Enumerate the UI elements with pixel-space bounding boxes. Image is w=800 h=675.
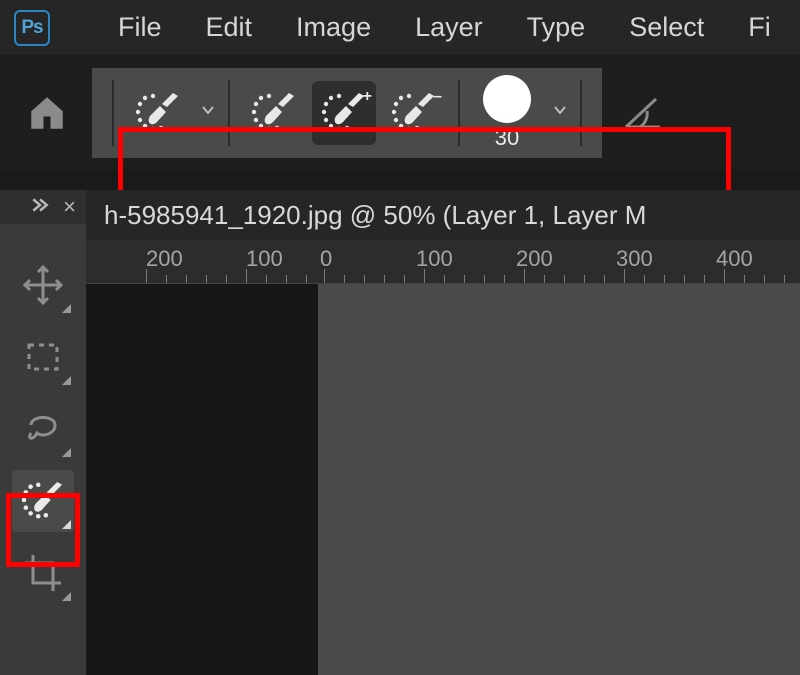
selection-brush-icon (18, 481, 68, 521)
tool-preset-button[interactable] (126, 81, 190, 145)
panel-header: × (0, 190, 86, 224)
marquee-tool[interactable] (12, 326, 74, 388)
canvas-background[interactable] (86, 284, 800, 675)
menu-items: File Edit Image Layer Type Select Fi (118, 12, 771, 43)
brush-preview[interactable]: 30 (472, 75, 542, 151)
separator (580, 80, 582, 146)
options-bar: + – 30 (0, 55, 800, 170)
chevron-down-icon[interactable] (552, 102, 568, 123)
selection-brush-plus-icon: + (318, 92, 370, 134)
menu-select[interactable]: Select (629, 12, 704, 43)
menu-file[interactable]: File (118, 12, 162, 43)
chevron-down-icon[interactable] (200, 102, 216, 123)
marquee-icon (21, 335, 65, 379)
tool-column (12, 224, 74, 604)
move-tool[interactable] (12, 254, 74, 316)
lasso-tool[interactable] (12, 398, 74, 460)
home-icon (26, 92, 68, 134)
separator (228, 80, 230, 146)
document-tab[interactable]: h-5985941_1920.jpg @ 50% (Layer 1, Layer… (86, 190, 800, 240)
lasso-icon (21, 407, 65, 451)
artboard[interactable] (318, 284, 800, 675)
menu-layer[interactable]: Layer (415, 12, 483, 43)
selection-brush-icon (248, 92, 300, 134)
menu-bar: Ps File Edit Image Layer Type Select Fi (0, 0, 800, 55)
brush-size-value: 30 (495, 125, 519, 151)
selection-brush-icon (132, 92, 184, 134)
menu-filter[interactable]: Fi (748, 12, 771, 43)
crop-tool[interactable] (12, 542, 74, 604)
add-to-selection-button[interactable]: + (312, 81, 376, 145)
brush-angle-button[interactable] (620, 87, 666, 138)
menu-type[interactable]: Type (527, 12, 586, 43)
crop-icon (21, 551, 65, 595)
separator (458, 80, 460, 146)
brush-tip-icon (483, 75, 531, 123)
menu-image[interactable]: Image (296, 12, 371, 43)
close-icon[interactable]: × (63, 194, 76, 220)
home-button[interactable] (22, 88, 72, 138)
new-selection-button[interactable] (242, 81, 306, 145)
document-area: h-5985941_1920.jpg @ 50% (Layer 1, Layer… (86, 190, 800, 675)
ruler-ticks (86, 269, 800, 283)
expand-icon[interactable] (31, 196, 49, 219)
selection-brush-minus-icon: – (388, 92, 440, 134)
options-group: + – 30 (92, 68, 602, 158)
ruler-horizontal[interactable]: 200 100 0 100 200 300 400 (86, 240, 800, 284)
selection-brush-tool[interactable] (12, 470, 74, 532)
subtract-from-selection-button[interactable]: – (382, 81, 446, 145)
menu-edit[interactable]: Edit (206, 12, 253, 43)
tools-panel: × (0, 190, 86, 675)
app-icon: Ps (14, 10, 50, 46)
separator (112, 80, 114, 146)
move-icon (21, 263, 65, 307)
